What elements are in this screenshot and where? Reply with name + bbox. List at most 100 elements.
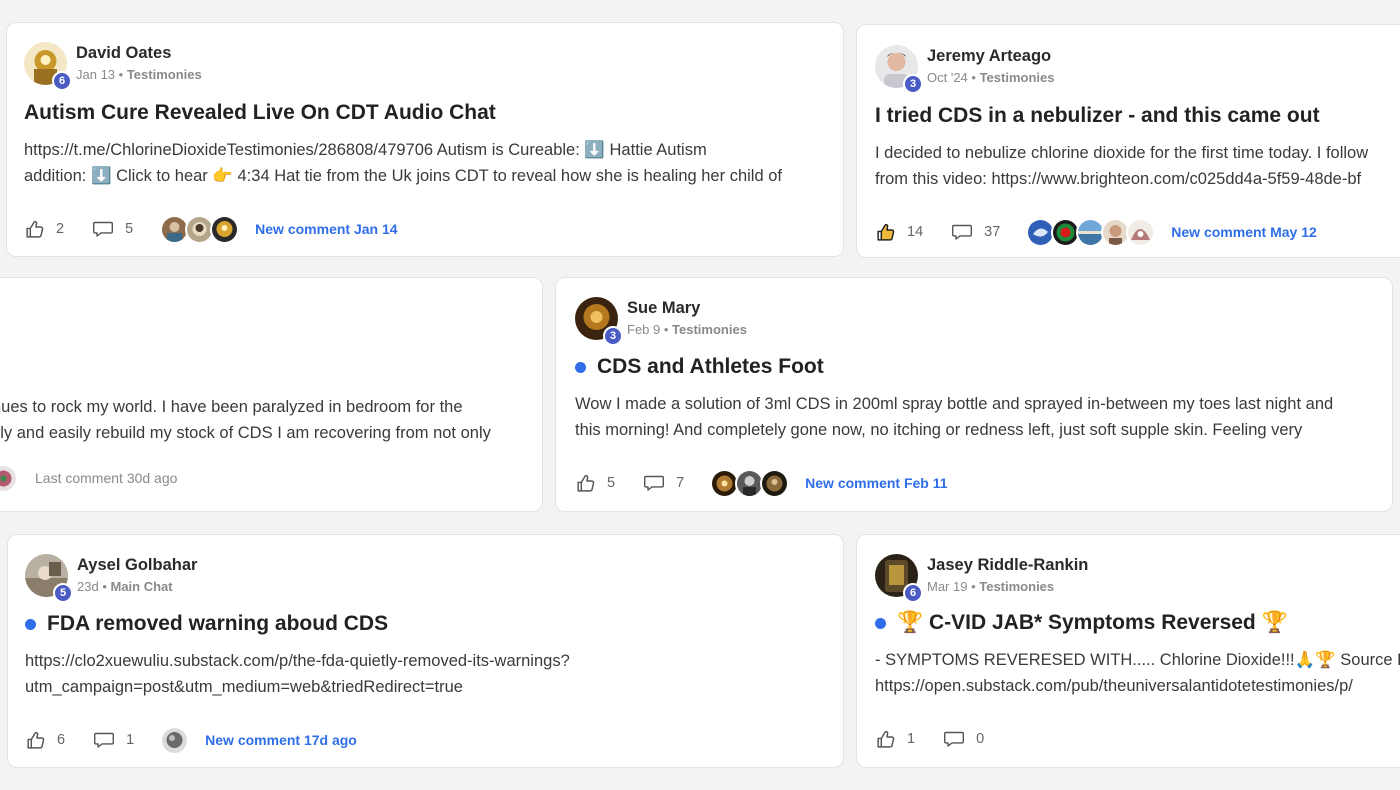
latest-activity[interactable]: Last comment 30d ago <box>35 470 177 486</box>
avatar[interactable]: 5 <box>25 554 73 603</box>
level-badge: 6 <box>52 71 72 91</box>
post-title[interactable]: FDA removed warning aboud CDS <box>25 611 843 637</box>
avatar[interactable]: 6 <box>875 554 923 603</box>
post-footer: 5 7 New comment Feb 11 <box>575 468 1392 498</box>
comment-count: 7 <box>676 475 685 491</box>
post-title[interactable]: 🏆 C-VID JAB* Symptoms Reversed 🏆 <box>875 610 1400 636</box>
like-count: 1 <box>907 731 916 747</box>
author-name[interactable]: Jasey Riddle-Rankin <box>927 555 1088 575</box>
post-meta: Oct '24 • Testimonies <box>927 69 1054 87</box>
commenter-avatars[interactable] <box>710 468 790 498</box>
post-footer: 2 5 New comment Jan 14 <box>24 214 843 244</box>
post-category[interactable]: Testimonies <box>672 322 747 337</box>
post-meta: 23d • Main Chat <box>77 578 197 596</box>
comment-count: 5 <box>125 221 134 237</box>
commenter-avatar <box>160 725 190 755</box>
like-button[interactable]: 2 <box>24 219 64 240</box>
comment-count: 0 <box>976 731 985 747</box>
post-card[interactable]: 6 David Oates Jan 13 • Testimonies Autis… <box>6 22 844 257</box>
comment-count: 37 <box>984 224 1001 240</box>
latest-activity[interactable]: New comment Feb 11 <box>805 475 947 491</box>
commenter-avatars[interactable] <box>160 214 240 244</box>
thumbs-up-icon <box>24 219 45 240</box>
unread-dot-icon <box>575 361 586 373</box>
like-button[interactable]: 5 <box>575 473 615 494</box>
excerpt-line: this morning! And completely gone now, n… <box>575 421 1303 439</box>
like-count: 2 <box>56 221 65 237</box>
speech-bubble-icon <box>643 473 665 493</box>
latest-activity[interactable]: New comment Jan 14 <box>255 221 397 237</box>
author-name[interactable]: Sue Mary <box>627 298 747 318</box>
post-title[interactable]: CDS and Athletes Foot <box>575 354 1392 380</box>
post-excerpt: https://t.me/ChlorineDioxideTestimonies/… <box>24 137 824 189</box>
author-name[interactable]: Aysel Golbahar <box>77 555 197 575</box>
post-footer: 1 0 <box>875 725 1400 753</box>
commenter-avatar <box>1126 217 1156 247</box>
author-name[interactable]: Jeremy Arteago <box>927 46 1054 66</box>
comment-button[interactable]: 7 <box>643 473 684 493</box>
excerpt-line: nues to rock my world. I have been paral… <box>0 398 463 416</box>
unread-dot-icon <box>25 618 36 630</box>
excerpt-line: https://clo2xuewuliu.substack.com/p/the-… <box>25 652 570 670</box>
excerpt-line: utm_campaign=post&utm_medium=web&triedRe… <box>25 678 463 696</box>
post-title-text: FDA removed warning aboud CDS <box>47 612 389 635</box>
excerpt-line: - SYMPTOMS REVERESED WITH..... Chlorine … <box>875 651 1400 669</box>
like-button[interactable]: 14 <box>875 222 923 243</box>
commenter-avatars[interactable] <box>1026 217 1156 247</box>
post-excerpt: - SYMPTOMS REVERESED WITH..... Chlorine … <box>875 647 1400 699</box>
comment-button[interactable]: 1 <box>93 730 134 750</box>
like-count: 14 <box>907 224 924 240</box>
commenter-avatar <box>210 214 240 244</box>
post-date: Feb 9 <box>627 322 661 337</box>
post-card[interactable]: 3 Jeremy Arteago Oct '24 • Testimonies I… <box>856 24 1400 258</box>
avatar[interactable]: 3 <box>575 297 623 346</box>
excerpt-line: addition: ⬇️ Click to hear 👉 4:34 Hat ti… <box>24 167 782 185</box>
post-author: 5 Aysel Golbahar 23d • Main Chat <box>25 554 843 603</box>
meta-separator: • <box>967 579 980 594</box>
author-name[interactable]: David Oates <box>76 43 202 63</box>
level-badge: 6 <box>903 583 923 603</box>
speech-bubble-icon <box>943 729 965 749</box>
thumbs-up-icon <box>25 730 46 751</box>
thumbs-up-icon <box>575 473 596 494</box>
commenter-avatar <box>0 463 18 493</box>
avatar[interactable]: 6 <box>24 42 72 91</box>
commenter-avatars[interactable] <box>160 725 190 755</box>
post-category[interactable]: Testimonies <box>979 579 1054 594</box>
latest-activity[interactable]: New comment May 12 <box>1171 224 1317 240</box>
post-card[interactable]: 5 Aysel Golbahar 23d • Main Chat FDA rem… <box>7 534 844 768</box>
avatar[interactable]: 3 <box>875 45 923 94</box>
comment-button[interactable]: 5 <box>92 219 133 239</box>
post-card[interactable]: 3 Sue Mary Feb 9 • Testimonies CDS and A… <box>555 277 1393 512</box>
meta-separator: • <box>967 70 980 85</box>
post-date: Oct '24 <box>927 70 968 85</box>
post-title[interactable]: I tried CDS in a nebulizer - and this ca… <box>875 103 1400 129</box>
post-category[interactable]: Main Chat <box>110 579 172 594</box>
comment-button[interactable]: 0 <box>943 729 984 749</box>
post-excerpt: nues to rock my world. I have been paral… <box>0 394 532 446</box>
speech-bubble-icon <box>92 219 114 239</box>
commenter-avatar <box>760 468 790 498</box>
post-author: 3 Jeremy Arteago Oct '24 • Testimonies <box>875 45 1400 94</box>
post-category[interactable]: Testimonies <box>980 70 1055 85</box>
comment-button[interactable]: 37 <box>951 222 1000 242</box>
post-author: 3 Sue Mary Feb 9 • Testimonies <box>575 297 1392 346</box>
thumbs-up-icon <box>875 222 896 243</box>
commenter-avatars[interactable] <box>0 463 18 493</box>
excerpt-line: https://t.me/ChlorineDioxideTestimonies/… <box>24 141 707 159</box>
post-title[interactable]: Autism Cure Revealed Live On CDT Audio C… <box>24 100 843 126</box>
speech-bubble-icon <box>93 730 115 750</box>
post-category[interactable]: Testimonies <box>127 67 202 82</box>
post-footer: Last comment 30d ago <box>0 463 177 493</box>
meta-separator: • <box>115 67 127 82</box>
like-button[interactable]: 6 <box>25 730 65 751</box>
post-excerpt: I decided to nebulize chlorine dioxide f… <box>875 140 1400 192</box>
post-card[interactable]: 6 Jasey Riddle-Rankin Mar 19 • Testimoni… <box>856 534 1400 768</box>
post-footer: 6 1 New comment 17d ago <box>25 725 843 755</box>
like-button[interactable]: 1 <box>875 729 915 750</box>
latest-activity[interactable]: New comment 17d ago <box>205 732 357 748</box>
post-card[interactable]: nues to rock my world. I have been paral… <box>0 277 543 512</box>
thumbs-up-icon <box>875 729 896 750</box>
post-author: 6 Jasey Riddle-Rankin Mar 19 • Testimoni… <box>875 554 1400 603</box>
post-author: 6 David Oates Jan 13 • Testimonies <box>24 42 843 91</box>
